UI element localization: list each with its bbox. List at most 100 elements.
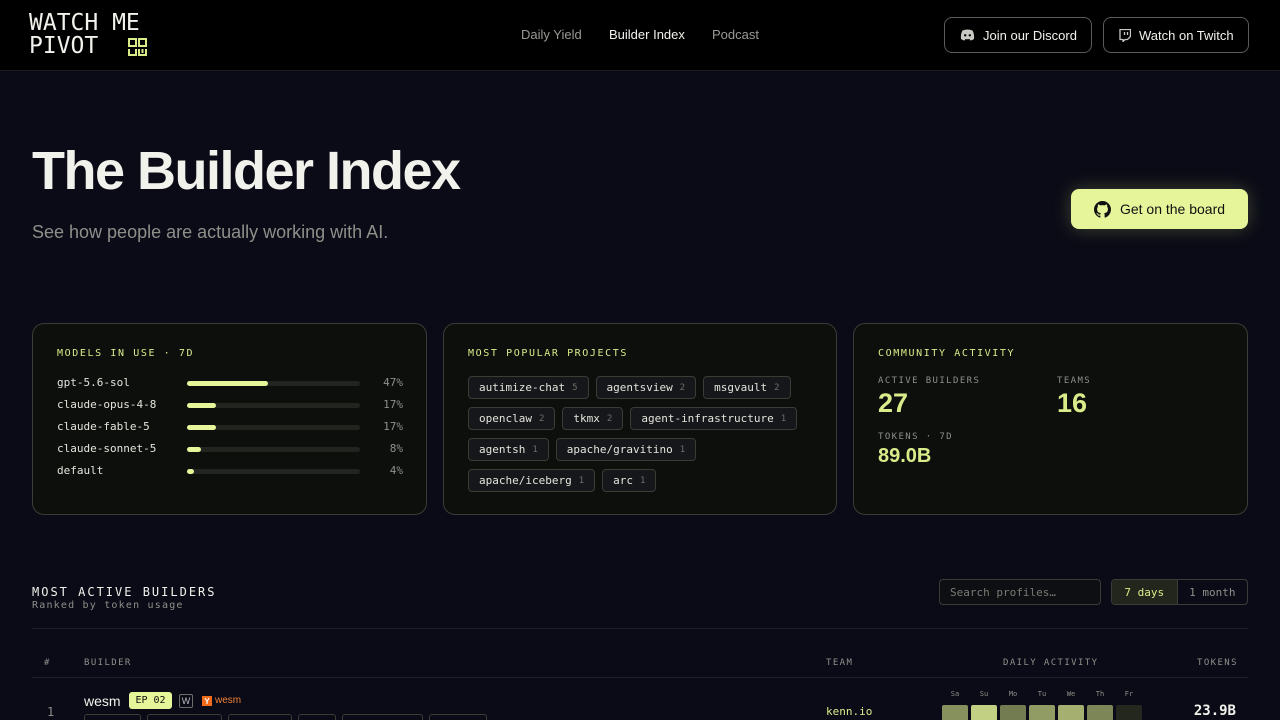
projects-card-title: MOST POPULAR PROJECTS (468, 348, 629, 359)
page-title: The Builder Index (32, 141, 461, 201)
tokens-value: 89.0B (878, 445, 932, 467)
cta-label: Get on the board (1119, 201, 1226, 217)
nav-daily-yield[interactable]: Daily Yield (521, 27, 582, 42)
col-tokens: TOKENS (1197, 658, 1238, 668)
activity-cell (1058, 705, 1084, 720)
model-usage-fill (187, 425, 217, 430)
col-team: TEAM (826, 658, 854, 668)
model-percent: 8% (389, 442, 403, 455)
episode-badge[interactable]: EP 02 (129, 692, 172, 709)
builders-section-title: MOST ACTIVE BUILDERS (32, 585, 217, 599)
community-card: COMMUNITY ACTIVITY ACTIVE BUILDERS 27 TE… (853, 323, 1248, 515)
activity-cell (942, 705, 968, 720)
w-badge: W (179, 694, 193, 708)
range-toggle: 7 days 1 month (1111, 579, 1248, 605)
community-card-title: COMMUNITY ACTIVITY (878, 348, 1016, 359)
project-name: agentsh (479, 443, 526, 456)
project-chips: autimize-chat 5 agentsview 2 msgvault 2 opencl… (468, 376, 813, 492)
model-usage-bar (187, 425, 360, 430)
builder-name[interactable]: wesm (84, 693, 121, 709)
twitch-label: Watch on Twitch (1139, 27, 1234, 43)
twitch-button[interactable]: Watch on Twitch (1103, 17, 1249, 53)
builder-tag (429, 714, 487, 720)
model-percent: 17% (383, 420, 403, 433)
project-chip[interactable]: agentsh 1 (468, 438, 549, 461)
project-chip[interactable]: agent-infrastructure 1 (630, 407, 798, 430)
builder-tag (342, 714, 423, 720)
builder-tag (84, 714, 141, 720)
models-card-title: MODELS IN USE · 7D (57, 348, 195, 359)
nav-builder-index[interactable]: Builder Index (609, 27, 685, 42)
discord-label: Join our Discord (983, 27, 1077, 43)
activity-cell (971, 705, 997, 720)
col-rank: # (44, 658, 51, 668)
project-count: 1 (780, 413, 787, 424)
model-usage-bar (187, 469, 360, 474)
day-label: Th (1095, 690, 1105, 698)
model-usage-fill (187, 381, 269, 386)
model-usage-bar (187, 447, 360, 452)
day-label: Su (979, 690, 989, 698)
project-count: 1 (679, 444, 686, 455)
active-builders-value: 27 (878, 388, 909, 418)
nav-podcast[interactable]: Podcast (712, 27, 759, 42)
builder-tag (228, 714, 292, 720)
activity-cell (1087, 705, 1113, 720)
builder-rank: 1 (47, 705, 55, 719)
project-name: agent-infrastructure (641, 412, 774, 425)
model-usage-fill (187, 447, 201, 452)
project-name: tkmx (573, 412, 600, 425)
tokens-label: TOKENS · 7D (878, 432, 954, 442)
model-row: default 4% (57, 464, 403, 478)
project-count: 1 (640, 475, 646, 486)
project-chip[interactable]: autimize-chat 5 (468, 376, 589, 399)
activity-cell (1029, 705, 1055, 720)
project-chip[interactable]: apache/iceberg 1 (468, 469, 596, 492)
model-name: claude-fable-5 (57, 420, 150, 433)
activity-cell (1116, 705, 1142, 720)
project-name: openclaw (479, 412, 532, 425)
yc-icon: Y (202, 696, 212, 706)
project-chip[interactable]: agentsview 2 (595, 376, 697, 399)
yc-name[interactable]: wesm (215, 695, 241, 706)
day-label: Fr (1124, 690, 1134, 698)
search-profiles-input[interactable] (939, 579, 1101, 605)
builder-tokens: 23.9B (1193, 703, 1236, 719)
model-percent: 17% (383, 398, 403, 411)
project-chip[interactable]: arc 1 (602, 469, 657, 492)
project-name: apache/iceberg (479, 474, 572, 487)
project-name: apache/gravitino (566, 443, 673, 456)
discord-button[interactable]: Join our Discord (944, 17, 1092, 53)
project-chip[interactable]: openclaw 2 (468, 407, 556, 430)
model-percent: 47% (383, 376, 403, 389)
project-count: 2 (606, 413, 613, 424)
project-name: agentsview (606, 381, 673, 394)
twitch-icon (1119, 28, 1131, 42)
range-1-month[interactable]: 1 month (1178, 580, 1247, 604)
model-usage-fill (187, 469, 194, 474)
get-on-board-button[interactable]: Get on the board (1071, 189, 1248, 229)
project-chip[interactable]: msgvault 2 (703, 376, 791, 399)
section-divider (32, 628, 1248, 629)
project-chip[interactable]: apache/gravitino 1 (555, 438, 697, 461)
day-label: We (1066, 690, 1076, 698)
model-usage-bar (187, 381, 360, 386)
site-logo[interactable]: WATCH ME PIVOT (29, 12, 151, 58)
day-label: Tu (1037, 690, 1047, 698)
top-header: WATCH ME PIVOT Daily Yield Builder Index… (0, 0, 1280, 71)
range-7-days[interactable]: 7 days (1112, 580, 1178, 604)
builder-tag (147, 714, 222, 720)
day-label: Mo (1008, 690, 1018, 698)
builders-section-subtitle: Ranked by token usage (32, 600, 184, 611)
model-row: claude-sonnet-5 8% (57, 442, 403, 456)
builder-team[interactable]: kenn.io (826, 705, 872, 718)
project-count: 2 (774, 382, 780, 393)
projects-card: MOST POPULAR PROJECTS autimize-chat 5 agen… (443, 323, 837, 515)
project-count: 2 (679, 382, 686, 393)
model-name: claude-sonnet-5 (57, 442, 157, 455)
project-count: 2 (538, 413, 545, 424)
model-usage-bar (187, 403, 360, 408)
day-label: Sa (950, 690, 960, 698)
project-chip[interactable]: tkmx 2 (562, 407, 624, 430)
model-name: claude-opus-4-8 (57, 398, 157, 411)
